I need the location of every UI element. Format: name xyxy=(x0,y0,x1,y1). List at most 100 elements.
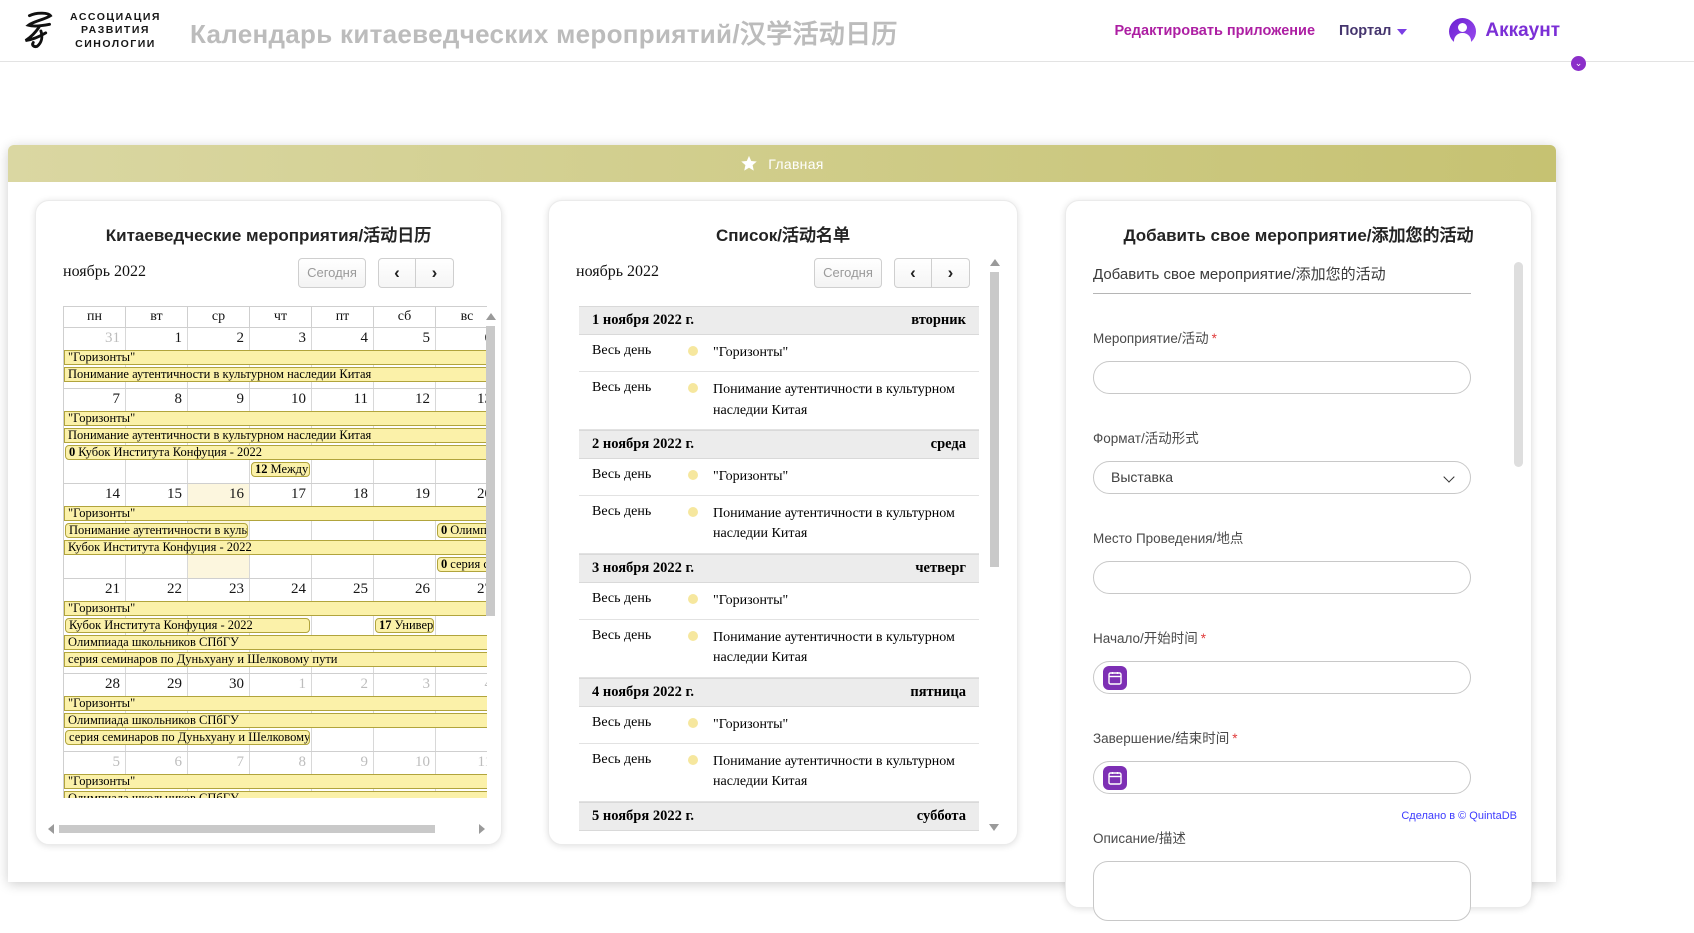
end-datetime-input[interactable] xyxy=(1093,761,1471,794)
day-cell[interactable]: 6 xyxy=(126,752,188,773)
day-cell[interactable]: 3 xyxy=(250,328,312,349)
day-cell[interactable]: 3 xyxy=(374,674,436,695)
list-event-row[interactable]: Весь день "Горизонты" xyxy=(579,583,979,621)
day-cell[interactable]: 24 xyxy=(250,579,312,600)
day-cell[interactable]: 17 xyxy=(250,484,312,505)
calendar-event-bar[interactable]: "Горизонты" xyxy=(64,696,487,711)
day-cell[interactable]: 11 xyxy=(312,389,374,410)
day-cell[interactable]: 9 xyxy=(312,752,374,773)
day-cell[interactable]: 19 xyxy=(374,484,436,505)
calendar-picker-icon[interactable] xyxy=(1103,766,1127,790)
calendar-event-bar[interactable]: серия семинаров по Дуньхуану и Шелковому… xyxy=(64,652,487,667)
day-cell[interactable]: 1 xyxy=(126,328,188,349)
list-event-row[interactable]: Весь день "Горизонты" xyxy=(579,335,979,373)
list-event-row[interactable]: Весь день "Горизонты" xyxy=(579,459,979,497)
list-event-row[interactable]: Весь день "Горизонты" xyxy=(579,831,979,834)
day-cell[interactable]: 23 xyxy=(188,579,250,600)
list-event-row[interactable]: Весь день Понимание аутентичности в культ… xyxy=(579,620,979,678)
calendar-event-bar[interactable]: Понимание аутентичности в культурном нас… xyxy=(64,428,487,443)
calendar-event-bar[interactable]: Понимание аутентичности в культ xyxy=(65,523,248,538)
calendar-event-bar[interactable]: "Горизонты" xyxy=(64,506,487,521)
day-cell[interactable]: 6 xyxy=(436,328,488,349)
list-event-row[interactable]: Весь день "Горизонты" xyxy=(579,707,979,744)
scroll-up-arrow-icon[interactable] xyxy=(485,313,496,320)
day-cell[interactable]: 18 xyxy=(312,484,374,505)
place-input[interactable] xyxy=(1093,561,1471,594)
calendar-picker-icon[interactable] xyxy=(1103,666,1127,690)
day-cell[interactable]: 10 xyxy=(374,752,436,773)
list-event-row[interactable]: Весь день Понимание аутентичности в культ… xyxy=(579,496,979,554)
day-cell[interactable]: 8 xyxy=(250,752,312,773)
list-event-row[interactable]: Весь день Понимание аутентичности в культ… xyxy=(579,744,979,802)
day-cell[interactable]: 15 xyxy=(126,484,188,505)
day-cell[interactable]: 11 xyxy=(436,752,487,773)
calendar-event-bar[interactable]: Кубок Института Конфуция - 2022 xyxy=(65,618,310,633)
day-cell[interactable]: 14 xyxy=(64,484,126,505)
day-cell[interactable]: 2 xyxy=(188,328,250,349)
scroll-right-arrow-icon[interactable] xyxy=(479,824,485,834)
calendar-event-bar[interactable]: Олимпиада школьников СПбГУ xyxy=(64,713,487,728)
calendar-event-bar[interactable]: Понимание аутентичности в культурном нас… xyxy=(64,367,487,382)
event-name-input[interactable] xyxy=(1093,361,1471,394)
account-menu[interactable]: Аккаунт ⌄ xyxy=(1449,17,1586,71)
calendar-prev-button[interactable]: ‹ xyxy=(378,258,416,288)
calendar-event-bar[interactable]: "Горизонты" xyxy=(64,350,487,365)
list-event-row[interactable]: Весь день Понимание аутентичности в культ… xyxy=(579,372,979,430)
made-with-quintadb-link[interactable]: Сделано в © QuintaDB xyxy=(1401,810,1517,822)
scroll-up-arrow-icon[interactable] xyxy=(989,259,1000,266)
day-cell[interactable]: 4 xyxy=(312,328,374,349)
day-cell-today[interactable]: 16 xyxy=(188,484,250,505)
day-cell[interactable]: 9 xyxy=(188,389,250,410)
format-select[interactable]: Выставка xyxy=(1093,461,1471,494)
day-cell[interactable]: 5 xyxy=(64,752,126,773)
account-chevron-badge[interactable]: ⌄ xyxy=(1571,55,1586,71)
tab-home[interactable]: Главная xyxy=(8,145,1556,182)
calendar-event-bar[interactable]: Кубок Института Конфуция - 2022 xyxy=(64,540,487,555)
calendar-event-bar[interactable]: "Горизонты" xyxy=(64,774,487,789)
day-cell[interactable]: 10 xyxy=(250,389,312,410)
calendar-event-bar[interactable]: 0 Кубок Института Конфуция - 2022 xyxy=(65,445,487,460)
day-cell[interactable]: 7 xyxy=(188,752,250,773)
list-today-button[interactable]: Сегодня xyxy=(814,258,882,288)
list-vertical-scrollbar[interactable] xyxy=(988,259,1001,831)
day-cell[interactable]: 28 xyxy=(64,674,126,695)
calendar-event-bar[interactable]: 0серия сем xyxy=(437,557,487,572)
scrollbar-thumb[interactable] xyxy=(486,326,495,616)
calendar-event-bar[interactable]: Олимпиада школьников СПбГУ xyxy=(64,791,487,798)
start-datetime-input[interactable] xyxy=(1093,661,1471,694)
day-cell[interactable]: 31 xyxy=(64,328,126,349)
day-cell[interactable]: 20 xyxy=(436,484,487,505)
day-cell[interactable]: 22 xyxy=(126,579,188,600)
day-cell[interactable]: 27 xyxy=(436,579,487,600)
scroll-left-arrow-icon[interactable] xyxy=(48,824,54,834)
day-cell[interactable]: 12 xyxy=(374,389,436,410)
day-cell[interactable]: 4 xyxy=(436,674,488,695)
day-cell[interactable]: 26 xyxy=(374,579,436,600)
scrollbar-thumb[interactable] xyxy=(59,825,435,833)
calendar-event-bar[interactable]: Олимпиада школьников СПбГУ xyxy=(64,635,487,650)
scroll-down-arrow-icon[interactable] xyxy=(989,824,999,831)
calendar-event-bar[interactable]: 12 Между xyxy=(251,462,310,477)
description-textarea[interactable] xyxy=(1093,861,1471,921)
portal-menu[interactable]: Портал xyxy=(1339,23,1408,39)
calendar-vertical-scrollbar[interactable] xyxy=(484,313,497,813)
calendar-event-bar[interactable]: серия семинаров по Дуньхуану и Шелковому xyxy=(65,730,310,745)
day-cell[interactable]: 5 xyxy=(374,328,436,349)
form-vertical-scrollbar[interactable] xyxy=(1512,256,1525,856)
scrollbar-thumb[interactable] xyxy=(1514,262,1523,467)
calendar-event-bar[interactable]: "Горизонты" xyxy=(64,601,487,616)
scrollbar-thumb[interactable] xyxy=(990,272,999,567)
day-cell[interactable]: 1 xyxy=(250,674,312,695)
list-prev-button[interactable]: ‹ xyxy=(894,258,932,288)
calendar-horizontal-scrollbar[interactable] xyxy=(48,824,485,834)
day-cell[interactable]: 8 xyxy=(126,389,188,410)
day-cell[interactable]: 7 xyxy=(64,389,126,410)
day-cell[interactable]: 29 xyxy=(126,674,188,695)
day-cell[interactable]: 13 xyxy=(436,389,487,410)
edit-app-link[interactable]: Редактировать приложение xyxy=(1114,23,1315,39)
list-next-button[interactable]: › xyxy=(932,258,970,288)
calendar-event-bar[interactable]: 17 Универ xyxy=(375,618,434,633)
day-cell[interactable]: 21 xyxy=(64,579,126,600)
calendar-event-bar[interactable]: "Горизонты" xyxy=(64,411,487,426)
calendar-next-button[interactable]: › xyxy=(416,258,454,288)
